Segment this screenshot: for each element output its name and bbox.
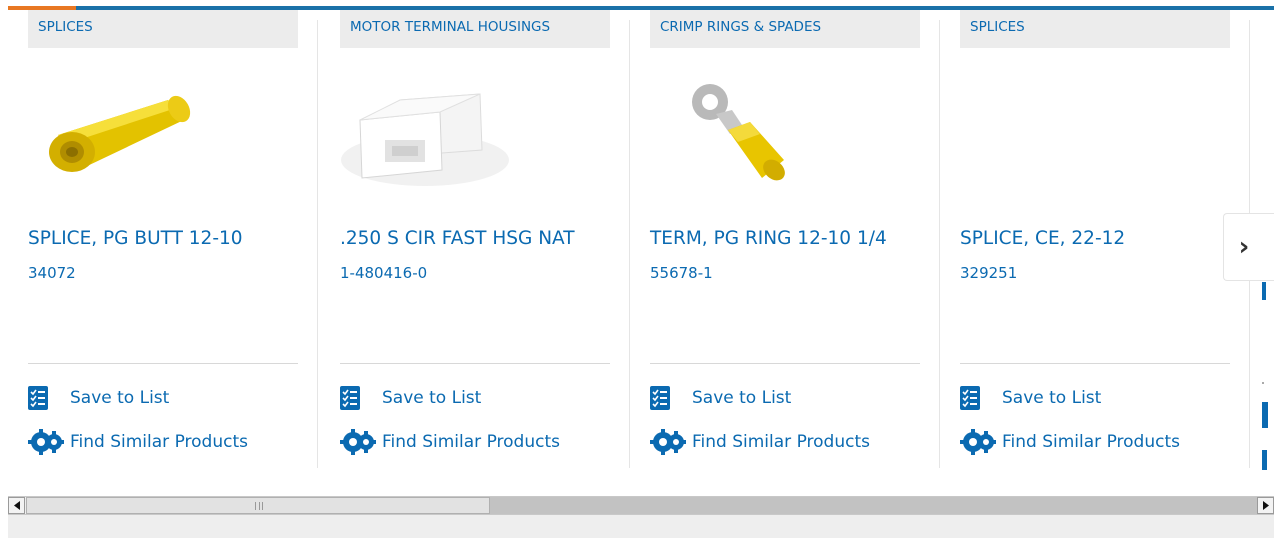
save-to-list-label: Save to List bbox=[1002, 388, 1102, 408]
product-title[interactable]: SPLICE, PG BUTT 12-10 bbox=[28, 228, 318, 249]
scrollbar-track[interactable] bbox=[490, 497, 1257, 514]
gears-icon bbox=[28, 429, 64, 455]
product-card: MOTOR TERMINAL HOUSINGS .250 S CIR FAST … bbox=[320, 10, 630, 468]
scroll-right-button[interactable] bbox=[1257, 497, 1274, 514]
scroll-left-button[interactable] bbox=[8, 497, 25, 514]
product-image-placeholder[interactable] bbox=[960, 80, 1230, 210]
product-title[interactable]: SPLICE, CE, 22-12 bbox=[960, 228, 1250, 249]
save-to-list-button[interactable]: Save to List bbox=[960, 386, 1101, 410]
save-to-list-button[interactable]: Save to List bbox=[650, 386, 791, 410]
gears-icon bbox=[650, 429, 686, 455]
product-category[interactable]: SPLICES bbox=[28, 10, 298, 48]
product-title[interactable]: .250 S CIR FAST HSG NAT bbox=[340, 228, 630, 249]
card-divider bbox=[317, 20, 318, 468]
find-similar-products-button[interactable]: Find Similar Products bbox=[340, 429, 560, 455]
product-category[interactable]: CRIMP RINGS & SPADES bbox=[650, 10, 920, 48]
product-card: CRIMP RINGS & SPADES TERM, PG RING 12-10… bbox=[630, 10, 940, 468]
checklist-icon bbox=[340, 386, 360, 410]
find-similar-products-button[interactable]: Find Similar Products bbox=[650, 429, 870, 455]
card-separator bbox=[28, 363, 298, 364]
product-card: SPLICES SPLICE, PG BUTT 12-10 34072 Save… bbox=[8, 10, 318, 468]
checklist-icon bbox=[28, 386, 48, 410]
product-part-number[interactable]: 55678-1 bbox=[650, 264, 713, 282]
product-image[interactable] bbox=[340, 80, 610, 210]
triangle-right-icon bbox=[1262, 501, 1269, 510]
product-image[interactable] bbox=[28, 80, 298, 210]
checklist-icon bbox=[650, 386, 670, 410]
find-similar-products-button[interactable]: Find Similar Products bbox=[28, 429, 248, 455]
save-to-list-label: Save to List bbox=[382, 388, 482, 408]
product-part-number[interactable]: 329251 bbox=[960, 264, 1017, 282]
save-to-list-button[interactable]: Save to List bbox=[340, 386, 481, 410]
horizontal-scrollbar[interactable] bbox=[8, 496, 1274, 515]
product-category[interactable]: MOTOR TERMINAL HOUSINGS bbox=[340, 10, 610, 48]
carousel-next-button[interactable]: › bbox=[1223, 213, 1274, 281]
find-similar-products-label: Find Similar Products bbox=[692, 432, 870, 452]
product-card: SPLICES SPLICE, CE, 22-12 329251 Save to… bbox=[940, 10, 1250, 468]
find-similar-products-label: Find Similar Products bbox=[70, 432, 248, 452]
partial-separator-fragment bbox=[1262, 382, 1264, 384]
ring-terminal-image bbox=[650, 80, 820, 190]
product-image[interactable] bbox=[650, 80, 920, 210]
card-separator bbox=[650, 363, 920, 364]
find-similar-products-label: Find Similar Products bbox=[382, 432, 560, 452]
card-separator bbox=[960, 363, 1230, 364]
product-part-number[interactable]: 34072 bbox=[28, 264, 76, 282]
white-housing-image bbox=[340, 80, 510, 190]
save-to-list-label: Save to List bbox=[70, 388, 170, 408]
find-similar-products-label: Find Similar Products bbox=[1002, 432, 1180, 452]
product-carousel: SPLICES SPLICE, PG BUTT 12-10 34072 Save… bbox=[8, 10, 1274, 468]
find-similar-products-button[interactable]: Find Similar Products bbox=[960, 429, 1180, 455]
checklist-icon bbox=[960, 386, 980, 410]
scrollbar-grip bbox=[255, 502, 263, 510]
chevron-right-icon: › bbox=[1238, 232, 1250, 262]
save-to-list-label: Save to List bbox=[692, 388, 792, 408]
triangle-left-icon bbox=[13, 501, 20, 510]
gears-icon bbox=[340, 429, 376, 455]
gears-icon bbox=[960, 429, 996, 455]
scrollbar-thumb[interactable] bbox=[26, 497, 490, 514]
partial-title-fragment bbox=[1262, 282, 1266, 300]
product-part-number[interactable]: 1-480416-0 bbox=[340, 264, 427, 282]
yellow-butt-splice-image bbox=[28, 80, 198, 180]
partial-gears-icon bbox=[1262, 450, 1267, 470]
card-separator bbox=[340, 363, 610, 364]
product-category[interactable]: SPLICES bbox=[960, 10, 1230, 48]
save-to-list-button[interactable]: Save to List bbox=[28, 386, 169, 410]
product-title[interactable]: TERM, PG RING 12-10 1/4 bbox=[650, 228, 940, 249]
partial-checklist-icon bbox=[1262, 402, 1268, 428]
page-bottom-area bbox=[8, 515, 1274, 538]
